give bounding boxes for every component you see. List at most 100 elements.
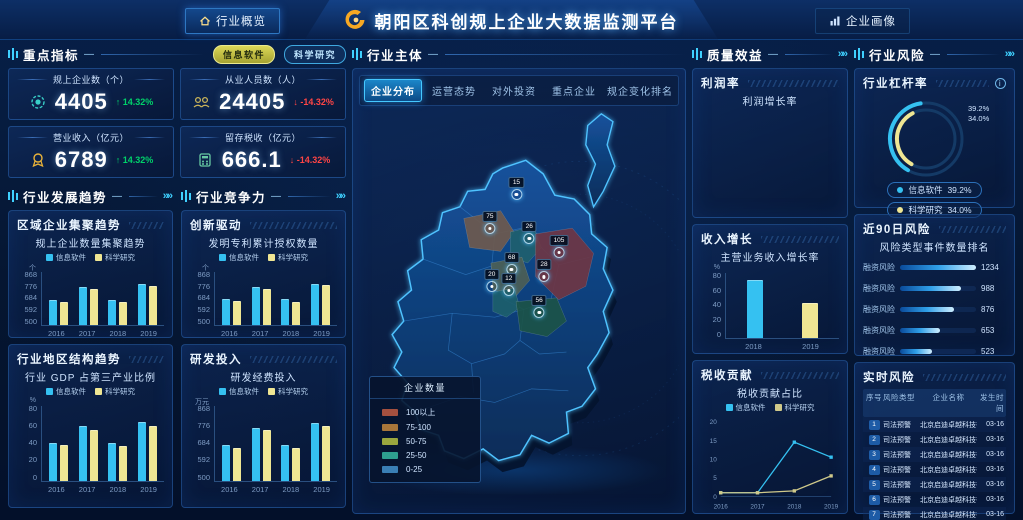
nav-left-label: 行业概览: [216, 13, 266, 29]
expand-more-icon[interactable]: »»: [336, 190, 346, 202]
table-header-row: 序号风险类型企业名称发生时间: [863, 389, 1006, 417]
kpi-card-enterprises: 规上企业数（个） 4405 ↑ 14.32%: [8, 68, 174, 120]
header-line: [288, 196, 331, 197]
header-dash: —: [112, 191, 124, 202]
y-axis-unit: %: [30, 397, 36, 404]
nav-industry-overview[interactable]: 行业概览: [185, 8, 280, 34]
realtime-risk-subtitle: 实时风险: [863, 369, 915, 385]
y-tick: 868: [197, 271, 210, 279]
table-row[interactable]: 3司法预警北京启迪卓越科技有限公司03-16: [863, 447, 1006, 462]
row-number-badge: 3: [869, 450, 880, 460]
bar: [138, 284, 146, 325]
expand-more-icon[interactable]: »»: [163, 190, 173, 202]
hbar-label: 融资风险: [863, 304, 895, 315]
map-legend-swatch: [382, 438, 398, 445]
x-axis: 20182019: [725, 342, 839, 351]
legend-label: 科学研究: [278, 386, 308, 397]
chart-title: 主营业务收入增长率: [701, 249, 839, 264]
kpi-delta-value: 14.32%: [123, 155, 154, 165]
map-marker[interactable]: 26: [522, 221, 537, 244]
bar: [119, 446, 127, 481]
hbar-track: [900, 349, 976, 354]
top-header: 行业概览 朝阳区科创规上企业大数据监测平台 企业画像: [0, 0, 1023, 40]
map-marker[interactable]: 75: [482, 211, 497, 234]
expand-more-icon[interactable]: »»: [838, 48, 848, 60]
bar-group: [747, 280, 763, 338]
gdp-share-chart: 行业 GDP 占第三产业比例信息软件科学研究%80604020020162017…: [17, 369, 164, 494]
map-marker[interactable]: 105: [550, 235, 569, 258]
section-bars-icon: [692, 48, 702, 60]
map-marker[interactable]: 28: [536, 259, 551, 282]
header-dash: —: [428, 49, 440, 60]
info-icon[interactable]: i: [995, 78, 1006, 89]
map-marker[interactable]: 12: [501, 273, 516, 296]
y-tick: 20: [29, 456, 37, 464]
hatch-decoration: [129, 356, 164, 363]
table-row[interactable]: 5司法预警北京启迪卓越科技有限公司03-16: [863, 477, 1006, 492]
tab-运营态势[interactable]: 运营态势: [426, 80, 482, 101]
map-legend-label: 50-75: [406, 437, 426, 446]
table-cell-time: 03-16: [977, 481, 1004, 488]
table-cell-no: 3: [865, 450, 883, 460]
legend-swatch: [46, 254, 53, 261]
svg-text:39.2%: 39.2%: [968, 104, 990, 113]
competitiveness-title: 行业竞争力: [196, 187, 266, 206]
tab-企业分布[interactable]: 企业分布: [364, 79, 422, 102]
table-row[interactable]: 2司法预警北京启迪卓越科技有限公司03-16: [863, 432, 1006, 447]
bar: [60, 445, 68, 481]
header-dash: —: [930, 49, 942, 60]
map-legend-item: 50-75: [370, 434, 480, 448]
tax-contribution-subtitle: 税收贡献: [701, 367, 753, 383]
tag-science-research[interactable]: 科学研究: [284, 45, 346, 64]
map-legend-label: 25-50: [406, 451, 426, 460]
chart-title: 研发经费投入: [190, 369, 337, 384]
x-axis: 2016201720182019: [214, 485, 337, 494]
header-dash: —: [768, 49, 780, 60]
table-cell-type: 司法预警: [883, 420, 920, 430]
hatch-decoration: [129, 222, 164, 229]
y-tick: 592: [197, 456, 210, 464]
expand-more-icon[interactable]: »»: [1005, 48, 1015, 60]
dashboard-root: 行业概览 朝阳区科创规上企业大数据监测平台 企业画像 重点指标 — 信息软件 科…: [0, 0, 1023, 520]
table-row[interactable]: 6司法预警北京启迪卓越科技有限公司03-16: [863, 492, 1006, 507]
chart-body: 万元868776684592500: [190, 406, 337, 482]
page-title: 朝阳区科创规上企业大数据监测平台: [375, 8, 679, 33]
bar: [138, 422, 146, 481]
map-marker[interactable]: 68: [504, 252, 519, 275]
marker-pin-icon: [503, 285, 514, 296]
map-marker[interactable]: 56: [532, 295, 547, 318]
x-tick: 2016: [48, 329, 65, 338]
kpi-value: 6789: [55, 147, 108, 173]
table-row[interactable]: 7司法预警北京启迪卓越科技有限公司03-16: [863, 507, 1006, 520]
map-marker[interactable]: 20: [484, 269, 499, 292]
legend-item: 科学研究: [268, 386, 308, 397]
hatch-decoration: [936, 80, 989, 87]
x-tick: 2016: [221, 329, 238, 338]
bar-group: [311, 284, 330, 325]
tab-规企变化排名[interactable]: 规企变化排名: [606, 80, 674, 101]
nav-enterprise-portrait[interactable]: 企业画像: [815, 8, 910, 34]
bar: [281, 299, 289, 325]
risk-panel-header: 行业风险 — »»: [854, 44, 1015, 64]
kpi-delta-value: 14.32%: [123, 97, 154, 107]
kpi-value: 4405: [55, 89, 108, 115]
table-cell-no: 1: [865, 420, 883, 430]
svg-text:15: 15: [710, 438, 718, 445]
tag-info-software[interactable]: 信息软件: [213, 45, 275, 64]
marker-pin-icon: [534, 307, 545, 318]
table-row[interactable]: 4司法预警北京启迪卓越科技有限公司03-16: [863, 462, 1006, 477]
table-row[interactable]: 1司法预警北京启迪卓越科技有限公司03-16: [863, 417, 1006, 432]
legend-item: 信息软件: [46, 386, 86, 397]
hbar-track: [900, 328, 976, 333]
chart-legend: 信息软件科学研究: [190, 386, 337, 397]
bar-group: [108, 443, 127, 481]
map-marker[interactable]: 15: [509, 177, 524, 200]
table-cell-time: 03-16: [977, 496, 1004, 503]
tab-重点企业[interactable]: 重点企业: [546, 80, 602, 101]
tab-对外投资[interactable]: 对外投资: [486, 80, 542, 101]
table-cell-type: 司法预警: [883, 495, 920, 505]
cluster-trend-chart: 规上企业数量集聚趋势信息软件科学研究个868776684592500201620…: [17, 235, 164, 338]
risk-column: 行业风险 — »» 行业杠杆率i 39.2%34.0%信息软件39.2%科学研究…: [854, 44, 1015, 514]
x-tick: 2018: [110, 485, 127, 494]
kpi-card-revenue: 营业收入（亿元） 6789 ↑ 14.32%: [8, 126, 174, 178]
